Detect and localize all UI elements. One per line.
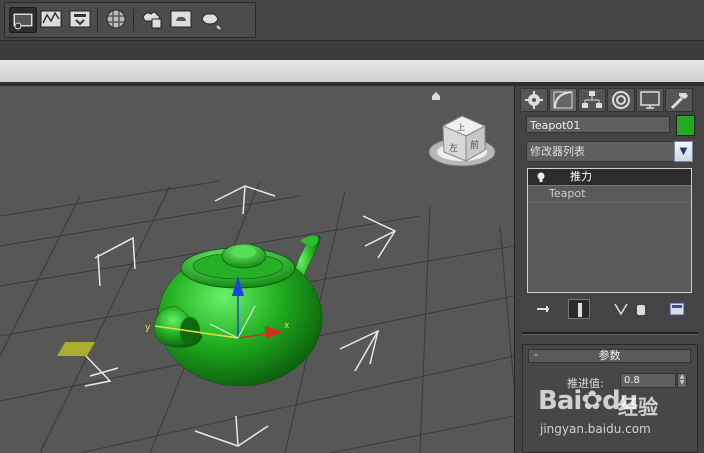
pin-stack-button[interactable] — [532, 299, 554, 319]
main-toolbar — [0, 0, 704, 40]
material-editor-button[interactable] — [103, 7, 129, 31]
remove-modifier-icon — [637, 305, 645, 315]
remove-modifier-button[interactable] — [630, 299, 652, 319]
viewcube[interactable]: 上 左 前 — [428, 92, 496, 167]
render-setup-icon — [12, 12, 34, 30]
tab-utilities[interactable] — [665, 88, 693, 112]
stack-item-teapot[interactable]: Teapot — [528, 186, 691, 203]
ribbon-strip — [0, 40, 704, 60]
quick-render-icon — [201, 13, 221, 30]
make-unique-button[interactable] — [610, 299, 632, 319]
viewcube-front-face[interactable]: 前 — [470, 139, 479, 151]
stack-item-label: Teapot — [549, 187, 586, 200]
rollout-header[interactable]: - 参数 — [528, 348, 691, 363]
schematic-view-button[interactable] — [67, 7, 93, 31]
home-icon — [432, 92, 440, 100]
show-end-result-icon — [578, 303, 582, 317]
pin-stack-icon — [537, 306, 549, 312]
modify-icon — [553, 91, 573, 109]
command-panel: Teapot01 修改器列表 ▼ 推力 Teapot - 参数 推进值: 0.8… — [516, 86, 704, 453]
modifier-list-arrow[interactable]: ▼ — [674, 141, 693, 162]
chevron-down-icon: ▼ — [679, 146, 688, 157]
render-button[interactable] — [168, 7, 194, 31]
lightbulb-icon[interactable] — [536, 171, 546, 183]
parameters-rollout: - 参数 推进值: 0.8 ▲ ▼ — [522, 344, 698, 453]
tab-motion[interactable] — [607, 88, 635, 112]
viewcube-left-face[interactable]: 左 — [449, 142, 458, 154]
rollout-title: 参数 — [598, 349, 621, 362]
schematic-icon — [69, 10, 91, 28]
hierarchy-icon — [582, 91, 602, 108]
axis-x-label: x — [284, 321, 290, 331]
toolbar-separator — [133, 9, 134, 31]
configure-modifier-sets-icon — [669, 302, 685, 316]
object-color-swatch[interactable] — [676, 115, 695, 136]
utilities-icon — [670, 93, 688, 110]
push-value-spinner[interactable]: ▲ ▼ — [677, 373, 687, 388]
render-frame-button[interactable] — [139, 7, 165, 31]
show-end-result-button[interactable] — [568, 299, 590, 319]
render-frame-icon — [142, 11, 162, 29]
toolbar-separator — [97, 9, 98, 31]
push-value-label: 推进值: — [567, 377, 604, 390]
tab-modify[interactable] — [549, 88, 577, 112]
toolbar-group-render — [4, 2, 256, 38]
tab-create[interactable] — [520, 88, 548, 112]
modifier-stack[interactable]: 推力 Teapot — [527, 168, 692, 293]
axis-y-label: y — [145, 323, 151, 333]
stack-toolbar — [526, 299, 694, 321]
object-name-field[interactable]: Teapot01 — [526, 116, 670, 133]
render-setup-button[interactable] — [9, 7, 37, 33]
display-icon — [640, 91, 660, 109]
push-value-field[interactable]: 0.8 — [620, 373, 676, 388]
create-icon — [525, 91, 543, 109]
modifier-list-dropdown[interactable]: 修改器列表 — [526, 141, 684, 162]
stack-item-label: 推力 — [570, 170, 592, 183]
panel-divider — [522, 332, 698, 335]
quick-render-button[interactable] — [197, 7, 223, 31]
graph-editor-button[interactable] — [38, 7, 64, 31]
make-unique-icon — [614, 303, 628, 316]
motion-icon — [612, 91, 630, 109]
graph-editor-icon — [40, 10, 62, 28]
configure-modifier-sets-button[interactable] — [666, 299, 688, 319]
tab-display[interactable] — [636, 88, 664, 112]
tab-hierarchy[interactable] — [578, 88, 606, 112]
viewcube-top-face[interactable]: 上 — [457, 123, 465, 132]
viewport-scene: x y 上 左 前 — [0, 92, 514, 453]
stack-item-push[interactable]: 推力 — [528, 169, 691, 186]
perspective-viewport[interactable]: x y 上 左 前 — [0, 86, 515, 453]
material-editor-icon — [106, 9, 126, 29]
viewport-label-bar — [0, 60, 704, 82]
render-icon — [170, 10, 192, 28]
